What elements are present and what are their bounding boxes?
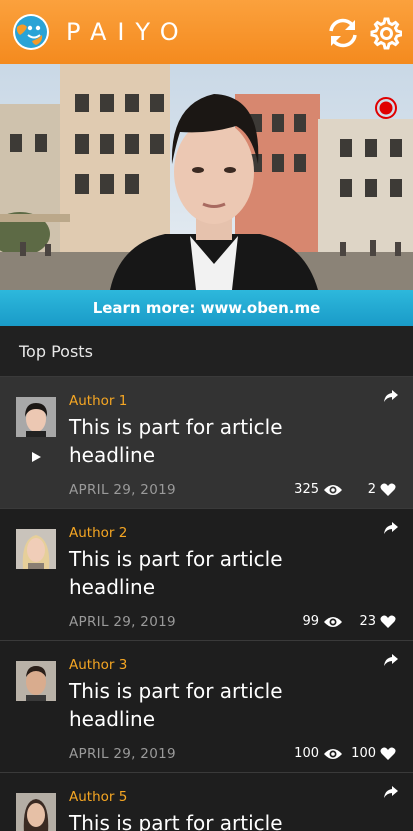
heart-icon bbox=[380, 615, 396, 628]
post-item[interactable]: Author 5 This is part for article headli… bbox=[0, 772, 413, 831]
section-title: Top Posts bbox=[19, 342, 93, 361]
author-avatar bbox=[16, 529, 56, 569]
globe-face-icon bbox=[13, 14, 49, 50]
post-item[interactable]: Author 3 This is part for article headli… bbox=[0, 640, 413, 773]
post-item[interactable]: Author 1 This is part for article headli… bbox=[0, 376, 413, 509]
post-date: APRIL 29, 2019 bbox=[69, 482, 176, 498]
post-headline[interactable]: This is part for article headline bbox=[69, 545, 329, 601]
like-count-value: 100 bbox=[351, 746, 376, 761]
post-headline[interactable]: This is part for article headline bbox=[69, 809, 329, 831]
view-count: 99 bbox=[302, 614, 343, 629]
post-headline[interactable]: This is part for article headline bbox=[69, 677, 329, 733]
eye-icon bbox=[324, 484, 342, 495]
view-count: 325 bbox=[294, 482, 343, 497]
play-icon[interactable] bbox=[30, 451, 42, 463]
post-author[interactable]: Author 3 bbox=[69, 657, 127, 673]
like-count[interactable]: 23 bbox=[359, 614, 396, 629]
like-count[interactable]: 100 bbox=[351, 746, 396, 761]
eye-icon bbox=[324, 616, 342, 627]
post-author[interactable]: Author 5 bbox=[69, 789, 127, 805]
post-author[interactable]: Author 2 bbox=[69, 525, 127, 541]
heart-icon bbox=[380, 747, 396, 760]
view-count-value: 325 bbox=[294, 482, 319, 497]
author-avatar bbox=[16, 793, 56, 831]
learn-more-link[interactable]: Learn more: www.oben.me bbox=[0, 290, 413, 326]
heart-icon bbox=[380, 483, 396, 496]
post-date: APRIL 29, 2019 bbox=[69, 614, 176, 630]
like-count-value: 23 bbox=[359, 614, 376, 629]
share-arrow-icon[interactable] bbox=[383, 653, 399, 667]
like-count-value: 2 bbox=[367, 482, 376, 497]
app-title: PAIYO bbox=[66, 18, 190, 46]
app-header: PAIYO bbox=[0, 0, 413, 64]
share-arrow-icon[interactable] bbox=[383, 785, 399, 799]
gear-icon[interactable] bbox=[368, 16, 402, 50]
eye-icon bbox=[324, 748, 342, 759]
post-author[interactable]: Author 1 bbox=[69, 393, 127, 409]
like-count[interactable]: 2 bbox=[368, 482, 396, 497]
view-count-value: 99 bbox=[302, 614, 319, 629]
author-avatar bbox=[16, 661, 56, 701]
hero-avatar-video[interactable] bbox=[0, 64, 413, 290]
post-date: APRIL 29, 2019 bbox=[69, 746, 176, 762]
hero-scene bbox=[0, 64, 413, 290]
author-avatar bbox=[16, 397, 56, 437]
post-headline[interactable]: This is part for article headline bbox=[69, 413, 329, 469]
share-arrow-icon[interactable] bbox=[383, 389, 399, 403]
record-icon[interactable] bbox=[374, 96, 398, 120]
view-count-value: 100 bbox=[294, 746, 319, 761]
refresh-icon[interactable] bbox=[326, 16, 360, 50]
view-count: 100 bbox=[294, 746, 343, 761]
share-arrow-icon[interactable] bbox=[383, 521, 399, 535]
post-item[interactable]: Author 2 This is part for article headli… bbox=[0, 508, 413, 641]
